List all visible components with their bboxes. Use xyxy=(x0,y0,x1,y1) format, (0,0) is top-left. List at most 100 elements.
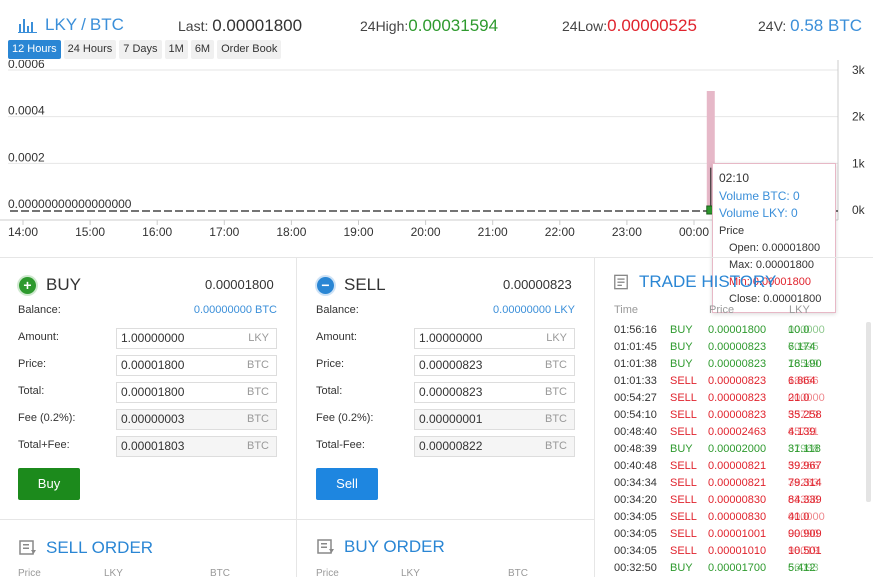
trade-history-row[interactable]: 01:01:38 BUY 0.00000823 18.190 76549 xyxy=(614,356,864,373)
trade-time: 01:01:33 xyxy=(614,375,657,387)
trade-time: 00:48:39 xyxy=(614,443,657,455)
tab-order-book[interactable]: Order Book xyxy=(217,40,282,59)
trade-price: 0.00002463 xyxy=(708,426,767,438)
trade-history-scrollbar[interactable] xyxy=(866,322,871,502)
trade-history-row[interactable]: 00:54:27 SELL 0.00000823 21.0 000000 xyxy=(614,390,864,407)
trade-type: SELL xyxy=(670,528,697,540)
buy-balance-label: Balance: xyxy=(18,304,61,316)
sell-title-label: SELL xyxy=(344,275,386,294)
trade-history-row[interactable]: 00:32:50 BUY 0.00001700 5.412 66093 xyxy=(614,560,864,577)
buy-totalfee-label: Total+Fee: xyxy=(18,439,70,451)
trade-history-row[interactable]: 00:48:40 SELL 0.00002463 4.139 65731 xyxy=(614,424,864,441)
trade-history-row[interactable]: 00:34:05 SELL 0.00001010 10.501 98019 xyxy=(614,543,864,560)
buy-price-input[interactable]: 0.00001800 BTC xyxy=(116,355,277,376)
buy-amount-label: Amount: xyxy=(18,331,59,343)
sell-balance-label: Balance: xyxy=(316,304,359,316)
price-chart[interactable]: 0.0006 0.0004 0.0002 0.00000000000000000 3k 2… xyxy=(0,60,873,313)
y-right-tick-label: 2k xyxy=(852,110,866,124)
buy-totalfee-field: 0.00001803 BTC xyxy=(116,436,277,457)
trade-price: 0.00000830 xyxy=(708,494,767,506)
quote-currency[interactable]: BTC xyxy=(90,15,124,35)
low-value: 0.00000525 xyxy=(607,16,697,35)
high-label: 24High: xyxy=(360,18,409,34)
row-divider xyxy=(0,519,594,520)
trade-history-row[interactable]: 00:48:39 BUY 0.00002000 31.118 87988 xyxy=(614,441,864,458)
tab-12-hours[interactable]: 12 Hours xyxy=(8,40,61,59)
trade-history-row[interactable]: 01:01:45 BUY 0.00000823 6.174 70995 xyxy=(614,339,864,356)
sell-amount-input[interactable]: 1.00000000 LKY xyxy=(414,328,575,349)
trade-history-row[interactable]: 01:01:33 SELL 0.00000823 6.864 18456 xyxy=(614,373,864,390)
buy-amount-value: 1.00000000 xyxy=(121,331,185,345)
sell-amount-unit: LKY xyxy=(546,332,567,344)
trade-amount-dim: 18456 xyxy=(788,375,819,387)
tab-6m[interactable]: 6M xyxy=(190,40,215,59)
trade-history-row[interactable]: 00:34:20 SELL 0.00000830 84.339 63398 xyxy=(614,492,864,509)
trade-price: 0.00001800 xyxy=(708,324,767,336)
tooltip-open: Open: 0.00001800 xyxy=(729,242,821,254)
buy-totalfee-value: 0.00001803 xyxy=(121,439,185,453)
buy-title: + BUY xyxy=(19,275,81,295)
y-tick-label: 0.0006 xyxy=(8,60,45,71)
buy-order-label: BUY ORDER xyxy=(344,537,445,556)
trade-history-row[interactable]: 01:56:16 BUY 0.00001800 10.0 000000 xyxy=(614,322,864,339)
buy-price-unit: BTC xyxy=(247,359,269,371)
plus-icon: + xyxy=(19,276,36,294)
trade-time: 00:48:40 xyxy=(614,426,657,438)
buy-button[interactable]: Buy xyxy=(18,468,80,500)
trade-history-label: TRADE HISTORY xyxy=(639,272,777,291)
trade-history-row[interactable]: 00:34:34 SELL 0.00000821 79.314 38283 xyxy=(614,475,864,492)
sell-total-input[interactable]: 0.00000823 BTC xyxy=(414,382,575,403)
trade-time: 01:56:16 xyxy=(614,324,657,336)
y-right-tick-label: 3k xyxy=(852,63,866,77)
trade-time: 00:32:50 xyxy=(614,562,657,574)
trade-history-row[interactable]: 00:40:48 SELL 0.00000821 39.967 59266 xyxy=(614,458,864,475)
tab-7-days[interactable]: 7 Days xyxy=(119,40,162,59)
buy-price-value: 0.00001800 xyxy=(121,358,185,372)
buy-total-unit: BTC xyxy=(247,386,269,398)
x-tick-label: 17:00 xyxy=(209,225,239,239)
tab-24-hours[interactable]: 24 Hours xyxy=(63,40,117,59)
sell-button[interactable]: Sell xyxy=(316,468,378,500)
buy-order-header-btc: BTC xyxy=(508,568,528,577)
order-list-icon xyxy=(317,539,334,554)
buy-total-input[interactable]: 0.00001800 BTC xyxy=(116,382,277,403)
trade-type: SELL xyxy=(670,477,697,489)
high-value: 0.00031594 xyxy=(408,16,499,35)
sell-order-header-btc: BTC xyxy=(210,568,230,577)
trade-price: 0.00000830 xyxy=(708,511,767,523)
sell-best-price: 0.00000823 xyxy=(503,277,572,292)
sell-totalfee-label: Total-Fee: xyxy=(316,439,365,451)
trade-time: 00:34:20 xyxy=(614,494,657,506)
x-tick-label: 00:00 xyxy=(679,225,709,239)
buy-amount-input[interactable]: 1.00000000 LKY xyxy=(116,328,277,349)
trade-price: 0.00001001 xyxy=(708,528,767,540)
sell-fee-field: 0.00000001 BTC xyxy=(414,409,575,430)
trade-amount-dim: 000000 xyxy=(788,324,825,336)
buy-balance-value[interactable]: 0.00000000 BTC xyxy=(160,304,277,316)
tooltip-price-label: Price xyxy=(719,224,745,237)
tooltip-close: Close: 0.00001800 xyxy=(729,293,822,305)
trade-history-row[interactable]: 00:54:10 SELL 0.00000823 35.258 53719 xyxy=(614,407,864,424)
last-value: 0.00001800 xyxy=(212,16,303,35)
tab-1m[interactable]: 1M xyxy=(164,40,188,59)
buy-best-price: 0.00001800 xyxy=(205,277,274,292)
timeframe-tabs: 12 Hours 24 Hours 7 Days 1M 6M Order Boo… xyxy=(8,40,282,59)
trade-amount-dim: 70995 xyxy=(788,341,819,353)
column-divider xyxy=(594,258,595,577)
sell-price-input[interactable]: 0.00000823 BTC xyxy=(414,355,575,376)
trade-history-row[interactable]: 00:34:05 SELL 0.00000830 41.0 000000 xyxy=(614,509,864,526)
y-tick-label: 0.0004 xyxy=(8,104,45,118)
buy-order-header-price: Price xyxy=(316,568,339,577)
sell-balance-value[interactable]: 0.00000000 LKY xyxy=(458,304,575,316)
trade-price: 0.00000823 xyxy=(708,375,767,387)
sell-price-unit: BTC xyxy=(545,359,567,371)
buy-title-label: BUY xyxy=(46,275,81,294)
base-currency[interactable]: LKY xyxy=(45,15,77,35)
sell-order-label: SELL ORDER xyxy=(46,538,154,557)
trade-history-row[interactable]: 00:34:05 SELL 0.00001001 90.909 09090 xyxy=(614,526,864,543)
last-price-stat: Last: 0.00001800 xyxy=(178,16,302,36)
order-list-icon xyxy=(19,540,36,555)
vol-label: 24V: xyxy=(758,18,787,34)
trade-type: SELL xyxy=(670,494,697,506)
y-tick-label: 0.0002 xyxy=(8,150,45,164)
